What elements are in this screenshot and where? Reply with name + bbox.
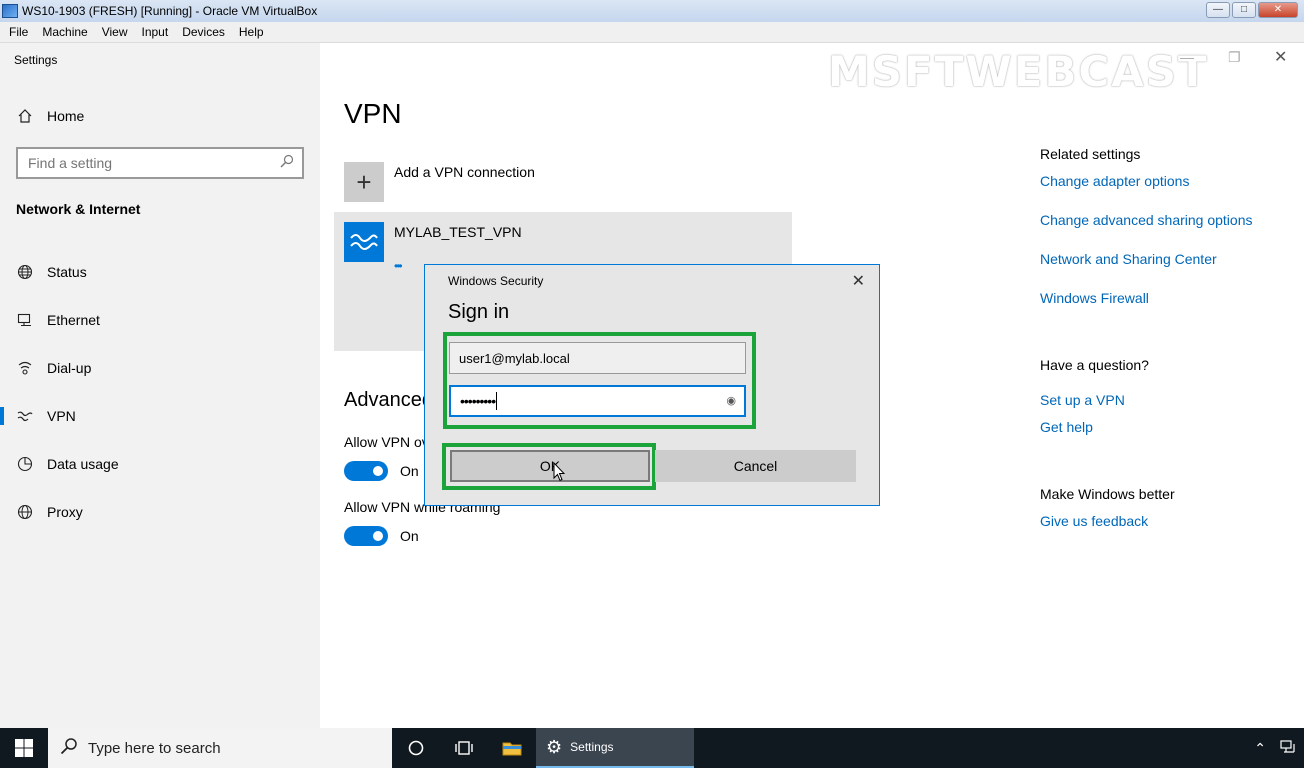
search-icon: [60, 737, 78, 760]
dialup-icon: [17, 360, 33, 376]
start-button[interactable]: [0, 728, 48, 768]
watermark-logo: MSFTWEBCAST: [828, 47, 1209, 96]
menu-machine[interactable]: Machine: [35, 25, 94, 39]
system-tray: ⌃: [1254, 728, 1296, 768]
link-give-feedback[interactable]: Give us feedback: [1040, 513, 1148, 529]
sidebar-item-label: Proxy: [47, 504, 83, 520]
maximize-button[interactable]: □: [1232, 2, 1256, 18]
taskbar-search-text: Type here to search: [88, 739, 221, 757]
advanced-options-heading: Advanced: [344, 389, 433, 411]
dialog-heading: Sign in: [448, 301, 510, 323]
connecting-spinner-icon: •••: [394, 259, 402, 273]
username-value: user1@mylab.local: [459, 350, 570, 366]
menu-file[interactable]: File: [2, 25, 35, 39]
find-setting-input[interactable]: [18, 149, 268, 177]
add-vpn-connection-button[interactable]: + Add a VPN connection: [344, 162, 535, 202]
file-explorer-icon[interactable]: [488, 728, 536, 768]
menu-help[interactable]: Help: [232, 25, 271, 39]
password-value: •••••••••: [460, 393, 496, 409]
sidebar-item-label: Data usage: [47, 456, 119, 472]
vpn-connection-name: MYLAB_TEST_VPN: [394, 224, 522, 240]
taskbar: Type here to search ⚙ Settings ⌃: [0, 728, 1304, 768]
network-icon[interactable]: [1280, 739, 1296, 757]
settings-nav-list: Status Ethernet Dial-up VPN Data usage P…: [0, 248, 320, 536]
vbox-window-title: WS10-1903 (FRESH) [Running] - Oracle VM …: [22, 4, 318, 18]
search-icon[interactable]: [280, 154, 294, 171]
link-network-sharing-center[interactable]: Network and Sharing Center: [1040, 251, 1217, 267]
text-caret: [496, 392, 498, 410]
settings-minimize-icon[interactable]: ―: [1180, 49, 1194, 65]
proxy-globe-icon: [17, 504, 33, 520]
sidebar-item-ethernet[interactable]: Ethernet: [0, 296, 320, 344]
related-heading-text: Related settings: [1040, 146, 1141, 162]
related-settings-heading: Related settings: [1040, 146, 1140, 164]
vbox-title-bar: WS10-1903 (FRESH) [Running] - Oracle VM …: [0, 0, 1304, 22]
dialog-close-icon[interactable]: ✕: [852, 271, 865, 291]
question-heading: Have a question?: [1040, 357, 1149, 373]
metered-toggle-state: On: [400, 463, 419, 479]
ok-button[interactable]: OK: [450, 450, 650, 482]
windows-logo-icon: [15, 739, 33, 757]
roaming-toggle[interactable]: [344, 526, 388, 546]
taskbar-app-label: Settings: [570, 740, 614, 754]
sidebar-item-data-usage[interactable]: Data usage: [0, 440, 320, 488]
password-field[interactable]: ••••••••• ◉: [449, 385, 746, 417]
vbox-window-controls: ― □ ✕: [1206, 2, 1298, 18]
link-windows-firewall[interactable]: Windows Firewall: [1040, 290, 1149, 306]
home-icon: [17, 108, 33, 124]
sidebar-item-dialup[interactable]: Dial-up: [0, 344, 320, 392]
vpn-connection-icon: [344, 222, 384, 262]
sidebar-item-home[interactable]: Home: [0, 100, 320, 132]
vbox-menu-bar: File Machine View Input Devices Help: [0, 22, 1304, 43]
data-usage-icon: [17, 456, 33, 472]
settings-restore-icon[interactable]: ❐: [1228, 49, 1241, 66]
link-get-help[interactable]: Get help: [1040, 419, 1093, 435]
taskbar-settings-app[interactable]: ⚙ Settings: [536, 728, 694, 768]
section-title: Network & Internet: [16, 201, 141, 217]
taskbar-search-box[interactable]: Type here to search: [48, 728, 392, 768]
roaming-toggle-state: On: [400, 528, 419, 544]
cortana-icon[interactable]: [392, 728, 440, 768]
settings-window-title: Settings: [14, 53, 58, 67]
add-vpn-label: Add a VPN connection: [394, 164, 535, 180]
option-metered-label: Allow VPN over metered networks: [344, 434, 424, 450]
link-change-adapter-options[interactable]: Change adapter options: [1040, 173, 1189, 189]
sidebar-item-label: Status: [47, 264, 87, 280]
task-view-icon[interactable]: [440, 728, 488, 768]
username-field[interactable]: user1@mylab.local: [449, 342, 746, 374]
sidebar-item-label: Ethernet: [47, 312, 100, 328]
settings-close-icon[interactable]: ✕: [1274, 47, 1287, 67]
settings-sidebar: Settings Home Network & Internet Status: [0, 43, 320, 728]
page-title: VPN: [344, 98, 402, 129]
link-change-advanced-sharing[interactable]: Change advanced sharing options: [1040, 212, 1253, 228]
menu-devices[interactable]: Devices: [175, 25, 232, 39]
close-button[interactable]: ✕: [1258, 2, 1298, 18]
virtualbox-app-icon: [2, 4, 18, 18]
sidebar-item-proxy[interactable]: Proxy: [0, 488, 320, 536]
gear-icon: ⚙: [546, 736, 563, 757]
metered-toggle[interactable]: [344, 461, 388, 481]
sidebar-item-status[interactable]: Status: [0, 248, 320, 296]
menu-view[interactable]: View: [95, 25, 135, 39]
dialog-title: Windows Security: [448, 274, 544, 288]
sidebar-item-vpn[interactable]: VPN: [0, 392, 320, 440]
minimize-button[interactable]: ―: [1206, 2, 1230, 18]
make-windows-better-heading: Make Windows better: [1040, 486, 1175, 502]
menu-input[interactable]: Input: [135, 25, 176, 39]
cancel-button[interactable]: Cancel: [655, 450, 856, 482]
sidebar-item-label: VPN: [47, 408, 76, 424]
vpn-icon: [17, 408, 33, 424]
sidebar-item-label: Home: [47, 108, 85, 124]
globe-icon: [17, 264, 33, 280]
link-setup-vpn[interactable]: Set up a VPN: [1040, 392, 1125, 408]
plus-icon: +: [344, 162, 384, 202]
chevron-up-icon[interactable]: ⌃: [1254, 740, 1266, 757]
ethernet-icon: [17, 312, 33, 328]
find-setting-box: [16, 147, 304, 179]
sidebar-item-label: Dial-up: [47, 360, 92, 376]
windows-security-dialog: Windows Security ✕ Sign in user1@mylab.l…: [424, 264, 880, 506]
reveal-password-eye-icon[interactable]: ◉: [726, 394, 736, 407]
